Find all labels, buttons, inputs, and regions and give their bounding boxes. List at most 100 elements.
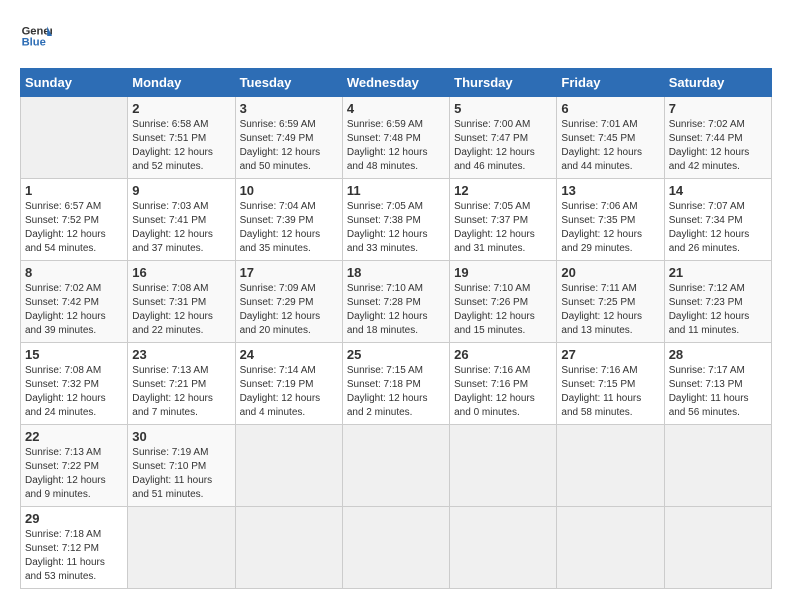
day-number: 5 [454,101,552,116]
day-info: Sunrise: 7:16 AM Sunset: 7:16 PM Dayligh… [454,364,552,420]
calendar-cell: 25 Sunrise: 7:15 AM Sunset: 7:18 PM Dayli… [342,343,449,425]
day-info: Sunrise: 6:59 AM Sunset: 7:48 PM Dayligh… [347,118,445,174]
calendar-cell: 27 Sunrise: 7:16 AM Sunset: 7:15 PM Dayli… [557,343,664,425]
day-number: 20 [561,265,659,280]
calendar-cell: 6Sunrise: 7:01 AM Sunset: 7:45 PM Daylig… [557,97,664,179]
day-info: Sunrise: 7:10 AM Sunset: 7:28 PM Dayligh… [347,282,445,338]
day-number: 1 [25,183,123,198]
day-number: 3 [240,101,338,116]
day-info: Sunrise: 7:12 AM Sunset: 7:23 PM Dayligh… [669,282,767,338]
day-info: Sunrise: 7:11 AM Sunset: 7:25 PM Dayligh… [561,282,659,338]
day-number: 16 [132,265,230,280]
logo-icon: General Blue [20,20,52,52]
day-number: 26 [454,347,552,362]
calendar-cell: 5 Sunrise: 7:00 AM Sunset: 7:47 PM Daylig… [450,97,557,179]
calendar-cell [557,425,664,507]
calendar: SundayMondayTuesdayWednesdayThursdayFrid… [20,68,772,589]
calendar-cell [664,425,771,507]
calendar-cell: 22 Sunrise: 7:13 AM Sunset: 7:22 PM Dayli… [21,425,128,507]
calendar-cell [21,97,128,179]
calendar-cell: 13 Sunrise: 7:06 AM Sunset: 7:35 PM Dayli… [557,179,664,261]
calendar-cell: 28 Sunrise: 7:17 AM Sunset: 7:13 PM Dayli… [664,343,771,425]
calendar-cell: 11 Sunrise: 7:05 AM Sunset: 7:38 PM Dayli… [342,179,449,261]
day-header-wednesday: Wednesday [342,69,449,97]
day-number: 24 [240,347,338,362]
day-info: Sunrise: 6:57 AM Sunset: 7:52 PM Dayligh… [25,200,123,256]
calendar-cell: 14 Sunrise: 7:07 AM Sunset: 7:34 PM Dayli… [664,179,771,261]
day-number: 2 [132,101,230,116]
calendar-cell: 1 Sunrise: 6:57 AM Sunset: 7:52 PM Daylig… [21,179,128,261]
day-info: Sunrise: 7:08 AM Sunset: 7:31 PM Dayligh… [132,282,230,338]
calendar-cell: 2 Sunrise: 6:58 AM Sunset: 7:51 PM Daylig… [128,97,235,179]
calendar-week-1: 1 Sunrise: 6:57 AM Sunset: 7:52 PM Daylig… [21,179,772,261]
day-number: 14 [669,183,767,198]
day-number: 12 [454,183,552,198]
day-info: Sunrise: 7:15 AM Sunset: 7:18 PM Dayligh… [347,364,445,420]
calendar-cell [342,425,449,507]
day-number: 22 [25,429,123,444]
calendar-cell: 7Sunrise: 7:02 AM Sunset: 7:44 PM Daylig… [664,97,771,179]
day-header-saturday: Saturday [664,69,771,97]
day-number: 18 [347,265,445,280]
day-number: 17 [240,265,338,280]
day-info: Sunrise: 7:17 AM Sunset: 7:13 PM Dayligh… [669,364,767,420]
calendar-cell: 15 Sunrise: 7:08 AM Sunset: 7:32 PM Dayli… [21,343,128,425]
calendar-week-4: 22 Sunrise: 7:13 AM Sunset: 7:22 PM Dayli… [21,425,772,507]
day-number: 4 [347,101,445,116]
day-number: 19 [454,265,552,280]
calendar-cell [235,425,342,507]
calendar-cell: 3 Sunrise: 6:59 AM Sunset: 7:49 PM Daylig… [235,97,342,179]
day-info: Sunrise: 7:05 AM Sunset: 7:37 PM Dayligh… [454,200,552,256]
logo: General Blue [20,20,52,52]
day-number: 28 [669,347,767,362]
day-number: 29 [25,511,123,526]
day-number: 13 [561,183,659,198]
calendar-cell: 30Sunrise: 7:19 AM Sunset: 7:10 PM Dayli… [128,425,235,507]
day-number: 11 [347,183,445,198]
calendar-cell [450,425,557,507]
day-info: Sunrise: 7:06 AM Sunset: 7:35 PM Dayligh… [561,200,659,256]
calendar-cell: 19Sunrise: 7:10 AM Sunset: 7:26 PM Dayli… [450,261,557,343]
calendar-cell: 26 Sunrise: 7:16 AM Sunset: 7:16 PM Dayli… [450,343,557,425]
calendar-cell: 4 Sunrise: 6:59 AM Sunset: 7:48 PM Daylig… [342,97,449,179]
day-info: Sunrise: 7:00 AM Sunset: 7:47 PM Dayligh… [454,118,552,174]
day-header-monday: Monday [128,69,235,97]
day-info: Sunrise: 7:07 AM Sunset: 7:34 PM Dayligh… [669,200,767,256]
day-info: Sunrise: 6:58 AM Sunset: 7:51 PM Dayligh… [132,118,230,174]
calendar-cell [342,507,449,589]
calendar-cell: 12 Sunrise: 7:05 AM Sunset: 7:37 PM Dayli… [450,179,557,261]
calendar-header-row: SundayMondayTuesdayWednesdayThursdayFrid… [21,69,772,97]
day-header-tuesday: Tuesday [235,69,342,97]
day-number: 7 [669,101,767,116]
day-info: Sunrise: 6:59 AM Sunset: 7:49 PM Dayligh… [240,118,338,174]
day-info: Sunrise: 7:09 AM Sunset: 7:29 PM Dayligh… [240,282,338,338]
day-info: Sunrise: 7:18 AM Sunset: 7:12 PM Dayligh… [25,528,123,584]
calendar-cell: 8Sunrise: 7:02 AM Sunset: 7:42 PM Daylig… [21,261,128,343]
calendar-cell [664,507,771,589]
calendar-cell [235,507,342,589]
day-info: Sunrise: 7:16 AM Sunset: 7:15 PM Dayligh… [561,364,659,420]
day-info: Sunrise: 7:13 AM Sunset: 7:22 PM Dayligh… [25,446,123,502]
day-number: 15 [25,347,123,362]
calendar-cell [450,507,557,589]
calendar-cell: 24Sunrise: 7:14 AM Sunset: 7:19 PM Dayli… [235,343,342,425]
calendar-week-0: 2 Sunrise: 6:58 AM Sunset: 7:51 PM Daylig… [21,97,772,179]
day-info: Sunrise: 7:05 AM Sunset: 7:38 PM Dayligh… [347,200,445,256]
day-info: Sunrise: 7:01 AM Sunset: 7:45 PM Dayligh… [561,118,659,174]
day-info: Sunrise: 7:08 AM Sunset: 7:32 PM Dayligh… [25,364,123,420]
calendar-cell: 29 Sunrise: 7:18 AM Sunset: 7:12 PM Dayli… [21,507,128,589]
calendar-cell: 18 Sunrise: 7:10 AM Sunset: 7:28 PM Dayli… [342,261,449,343]
day-info: Sunrise: 7:04 AM Sunset: 7:39 PM Dayligh… [240,200,338,256]
day-number: 27 [561,347,659,362]
day-number: 25 [347,347,445,362]
day-header-friday: Friday [557,69,664,97]
day-info: Sunrise: 7:19 AM Sunset: 7:10 PM Dayligh… [132,446,230,502]
calendar-cell: 9Sunrise: 7:03 AM Sunset: 7:41 PM Daylig… [128,179,235,261]
day-number: 8 [25,265,123,280]
day-header-sunday: Sunday [21,69,128,97]
calendar-cell: 23Sunrise: 7:13 AM Sunset: 7:21 PM Dayli… [128,343,235,425]
calendar-cell: 21 Sunrise: 7:12 AM Sunset: 7:23 PM Dayli… [664,261,771,343]
day-number: 21 [669,265,767,280]
day-info: Sunrise: 7:03 AM Sunset: 7:41 PM Dayligh… [132,200,230,256]
day-number: 10 [240,183,338,198]
